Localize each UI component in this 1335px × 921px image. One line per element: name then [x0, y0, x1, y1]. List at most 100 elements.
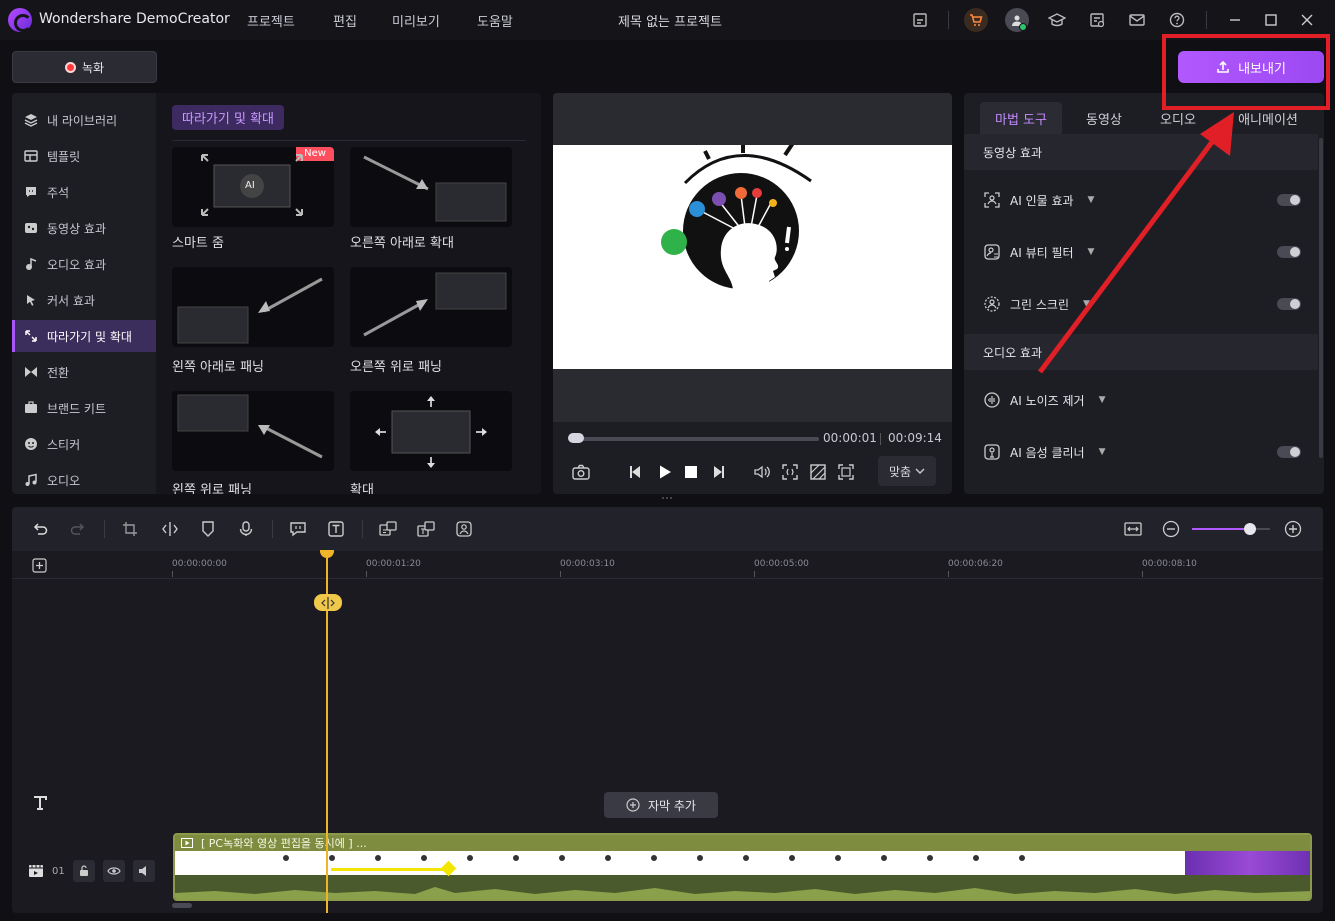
effect-row-ai-noise[interactable]: AI 노이즈 제거 ▼ [964, 374, 1318, 426]
chevron-down-icon[interactable]: ▼ [1099, 447, 1106, 457]
zoom-keyframe-range[interactable] [331, 868, 449, 871]
unlock-icon[interactable] [72, 860, 95, 882]
split-icon[interactable] [160, 519, 180, 539]
timeline-scrollbar[interactable] [172, 903, 192, 908]
panel-splitter[interactable] [662, 497, 674, 501]
playback-progress-knob[interactable] [568, 433, 584, 443]
frame-thumb [1019, 855, 1025, 861]
caption-bubble-icon[interactable] [288, 519, 308, 539]
frame-thumb [743, 855, 749, 861]
microphone-icon[interactable] [236, 519, 256, 539]
avatar-presenter-icon[interactable] [454, 519, 474, 539]
sidebar-item-audio-effects[interactable]: 오디오 효과 [12, 248, 156, 280]
sidebar-item-label: 오디오 효과 [47, 257, 107, 272]
menu-project[interactable]: 프로젝트 [247, 11, 295, 30]
properties-scrollbar[interactable] [1319, 138, 1323, 458]
next-frame-icon[interactable] [708, 462, 728, 482]
crop-icon[interactable] [120, 519, 140, 539]
effect-thumb-pan-bottom-left[interactable] [172, 267, 334, 347]
menu-edit[interactable]: 편집 [333, 11, 357, 30]
sidebar-item-brand-kit[interactable]: 브랜드 키트 [12, 392, 156, 424]
section-divider [172, 140, 526, 141]
undo-icon[interactable] [30, 519, 50, 539]
fit-dropdown[interactable]: 맞춤 [878, 456, 936, 486]
play-icon[interactable] [655, 462, 675, 482]
playback-progress-track[interactable] [571, 437, 819, 441]
volume-icon[interactable] [752, 462, 772, 482]
mail-icon[interactable] [1126, 9, 1148, 31]
ai-beauty-toggle[interactable] [1277, 246, 1301, 258]
record-dot-icon [64, 61, 76, 73]
sidebar-item-my-library[interactable]: 내 라이브러리 [12, 104, 156, 136]
effect-thumb-zoom-in[interactable] [350, 391, 512, 471]
zoom-out-icon[interactable] [1161, 519, 1181, 539]
fullscreen-icon[interactable] [836, 462, 856, 482]
effect-thumb-pan-top-left[interactable] [172, 391, 334, 471]
sidebar-item-video-effects[interactable]: 동영상 효과 [12, 212, 156, 244]
help-icon[interactable] [1166, 9, 1188, 31]
sidebar-item-stickers[interactable]: 스티커 [12, 428, 156, 460]
safe-area-icon[interactable] [808, 462, 828, 482]
speech-to-text-icon[interactable] [378, 519, 398, 539]
fit-timeline-icon[interactable] [1123, 519, 1143, 539]
preview-canvas[interactable] [553, 93, 952, 422]
eye-icon[interactable] [102, 860, 125, 882]
maximize-icon[interactable] [1260, 9, 1282, 31]
sidebar-item-annotations[interactable]: 주석 [12, 176, 156, 208]
ruler-label: 00:00:01:20 [366, 559, 421, 569]
text-to-speech-icon[interactable] [416, 519, 436, 539]
close-icon[interactable] [1296, 9, 1318, 31]
feedback-icon[interactable] [909, 9, 931, 31]
ruler-label: 00:00:06:20 [948, 559, 1003, 569]
effect-row-ai-voice[interactable]: AI 음성 클리너 ▼ [964, 426, 1318, 478]
sidebar-item-transitions[interactable]: 전환 [12, 356, 156, 388]
add-track-icon[interactable] [32, 558, 47, 573]
menu-preview[interactable]: 미리보기 [392, 11, 440, 30]
text-box-icon[interactable] [326, 519, 346, 539]
zoom-slider-fill [1192, 528, 1250, 530]
ruler-tick [948, 571, 949, 577]
ai-label: AI [245, 180, 255, 191]
effect-thumb-smart-zoom[interactable]: New AI [172, 147, 334, 227]
ai-person-toggle[interactable] [1277, 194, 1301, 206]
snapshot-icon[interactable] [571, 462, 591, 482]
redo-icon[interactable] [68, 519, 88, 539]
frame-thumb [513, 855, 519, 861]
highlight-box [1162, 34, 1330, 110]
clip-thumbnails [175, 851, 1310, 875]
add-subtitle-button[interactable]: 자막 추가 [604, 792, 718, 818]
zoom-slider-knob[interactable] [1244, 523, 1256, 535]
effect-thumb-pan-top-right[interactable] [350, 267, 512, 347]
prev-frame-icon[interactable] [626, 462, 646, 482]
ruler-tick [754, 571, 755, 577]
sidebar-item-templates[interactable]: 템플릿 [12, 140, 156, 172]
timeline-ruler[interactable]: 00:00:00:00 00:00:01:20 00:00:03:10 00:0… [12, 551, 1323, 579]
speaker-icon[interactable] [132, 860, 155, 882]
tools-icon[interactable] [1086, 9, 1108, 31]
stop-icon[interactable] [681, 462, 701, 482]
tutorial-icon[interactable] [1046, 9, 1068, 31]
video-illustration [683, 145, 812, 293]
sidebar-item-zoom-pan[interactable]: 따라가기 및 확대 [12, 320, 156, 352]
sidebar-item-audio[interactable]: 오디오 [12, 464, 156, 494]
cart-icon[interactable] [965, 9, 987, 31]
sidebar-item-label: 동영상 효과 [47, 221, 107, 236]
beauty-icon [984, 244, 1000, 260]
menu-help[interactable]: 도움말 [477, 11, 513, 30]
green-screen-toggle[interactable] [1277, 298, 1301, 310]
toolbar-divider [104, 520, 105, 538]
record-button[interactable]: 녹화 [12, 51, 157, 83]
zoom-in-icon[interactable] [1283, 519, 1303, 539]
clip-title: [ PC녹화와 영상 편집을 동시에 ] ... [201, 837, 367, 850]
voice-clean-icon [984, 444, 1000, 460]
mark-icon[interactable] [198, 519, 218, 539]
minimize-icon[interactable] [1224, 9, 1246, 31]
sidebar-item-label: 따라가기 및 확대 [47, 329, 132, 344]
crop-frame-icon[interactable] [780, 462, 800, 482]
chevron-down-icon[interactable]: ▼ [1099, 395, 1106, 405]
sidebar-item-cursor-effects[interactable]: 커서 효과 [12, 284, 156, 316]
video-clip[interactable]: [ PC녹화와 영상 편집을 동시에 ] ... [173, 833, 1312, 901]
split-at-playhead-button[interactable] [314, 594, 342, 611]
ai-voice-toggle[interactable] [1277, 446, 1301, 458]
effect-thumb-zoom-bottom-right[interactable] [350, 147, 512, 227]
